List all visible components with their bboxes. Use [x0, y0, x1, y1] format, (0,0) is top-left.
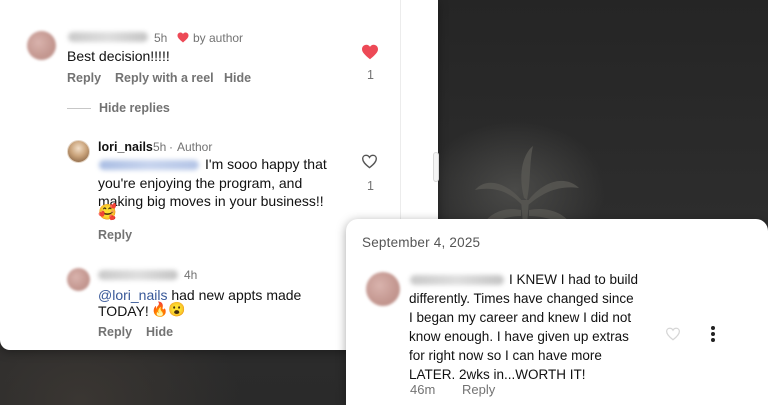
hide-button[interactable]: Hide	[146, 325, 173, 339]
heart-outline-icon[interactable]	[665, 327, 681, 341]
reply-button[interactable]: Reply	[462, 382, 495, 397]
reply-text-line: TODAY!	[98, 303, 149, 319]
reply-text-line: you're enjoying the program, and	[98, 175, 303, 191]
liked-by-author-label: by author	[193, 31, 244, 45]
post-date: September 4, 2025	[362, 235, 481, 250]
reply-text-rest: had new appts made	[167, 287, 302, 303]
hide-button[interactable]: Hide	[224, 71, 251, 85]
reply-username[interactable]: lori_nails	[98, 140, 153, 154]
comment-card: September 4, 2025 I KNEW I had to build …	[346, 219, 768, 405]
comment-text-line: for right now so I can have more	[409, 348, 602, 363]
scroll-handle[interactable]	[433, 152, 439, 182]
comment-text-line: LATER. 2wks in...WORTH IT!	[409, 367, 586, 382]
blurred-mention	[99, 160, 199, 170]
blurred-username	[68, 32, 148, 42]
replies-divider	[67, 108, 91, 109]
reply-with-reel-button[interactable]: Reply with a reel	[115, 71, 214, 85]
author-badge: Author	[177, 140, 213, 154]
comment-time: 5h	[154, 31, 168, 45]
avatar[interactable]	[67, 268, 90, 291]
comment-time: 46m	[410, 382, 436, 397]
comment-text-line: differently. Times have changed since	[409, 291, 634, 306]
heart-outline-icon[interactable]	[361, 154, 378, 169]
reply-time: 4h	[184, 268, 198, 282]
heart-icon	[177, 32, 189, 43]
blurred-username	[410, 275, 504, 285]
reply-text-line: I'm sooo happy that	[205, 156, 327, 172]
like-count: 1	[367, 179, 374, 193]
avatar[interactable]	[366, 272, 400, 306]
reply-time: 5h	[153, 140, 167, 154]
reply-text-line: making big moves in your business!!	[98, 193, 324, 209]
emoji-smiling-hearts: 🥰	[98, 204, 117, 221]
like-count: 1	[367, 68, 374, 82]
heart-filled-icon[interactable]	[361, 44, 379, 60]
reply-button[interactable]: Reply	[67, 71, 101, 85]
avatar[interactable]	[67, 140, 90, 163]
blurred-username	[98, 270, 178, 280]
avatar[interactable]	[27, 31, 56, 60]
emoji-fire-surprised: 🔥😮	[151, 301, 186, 317]
comment-text: Best decision!!!!!	[67, 48, 170, 64]
comment-text-line: I KNEW I had to build	[509, 272, 639, 287]
reply-button[interactable]: Reply	[98, 325, 132, 339]
comment-text-line: I began my career and knew I did not	[409, 310, 632, 325]
reply-button[interactable]: Reply	[98, 228, 132, 242]
hide-replies-button[interactable]: Hide replies	[99, 101, 170, 115]
more-options-icon[interactable]	[710, 326, 716, 344]
comment-text-line: know enough. I have given up extras	[409, 329, 629, 344]
separator-dot: ·	[169, 140, 173, 154]
